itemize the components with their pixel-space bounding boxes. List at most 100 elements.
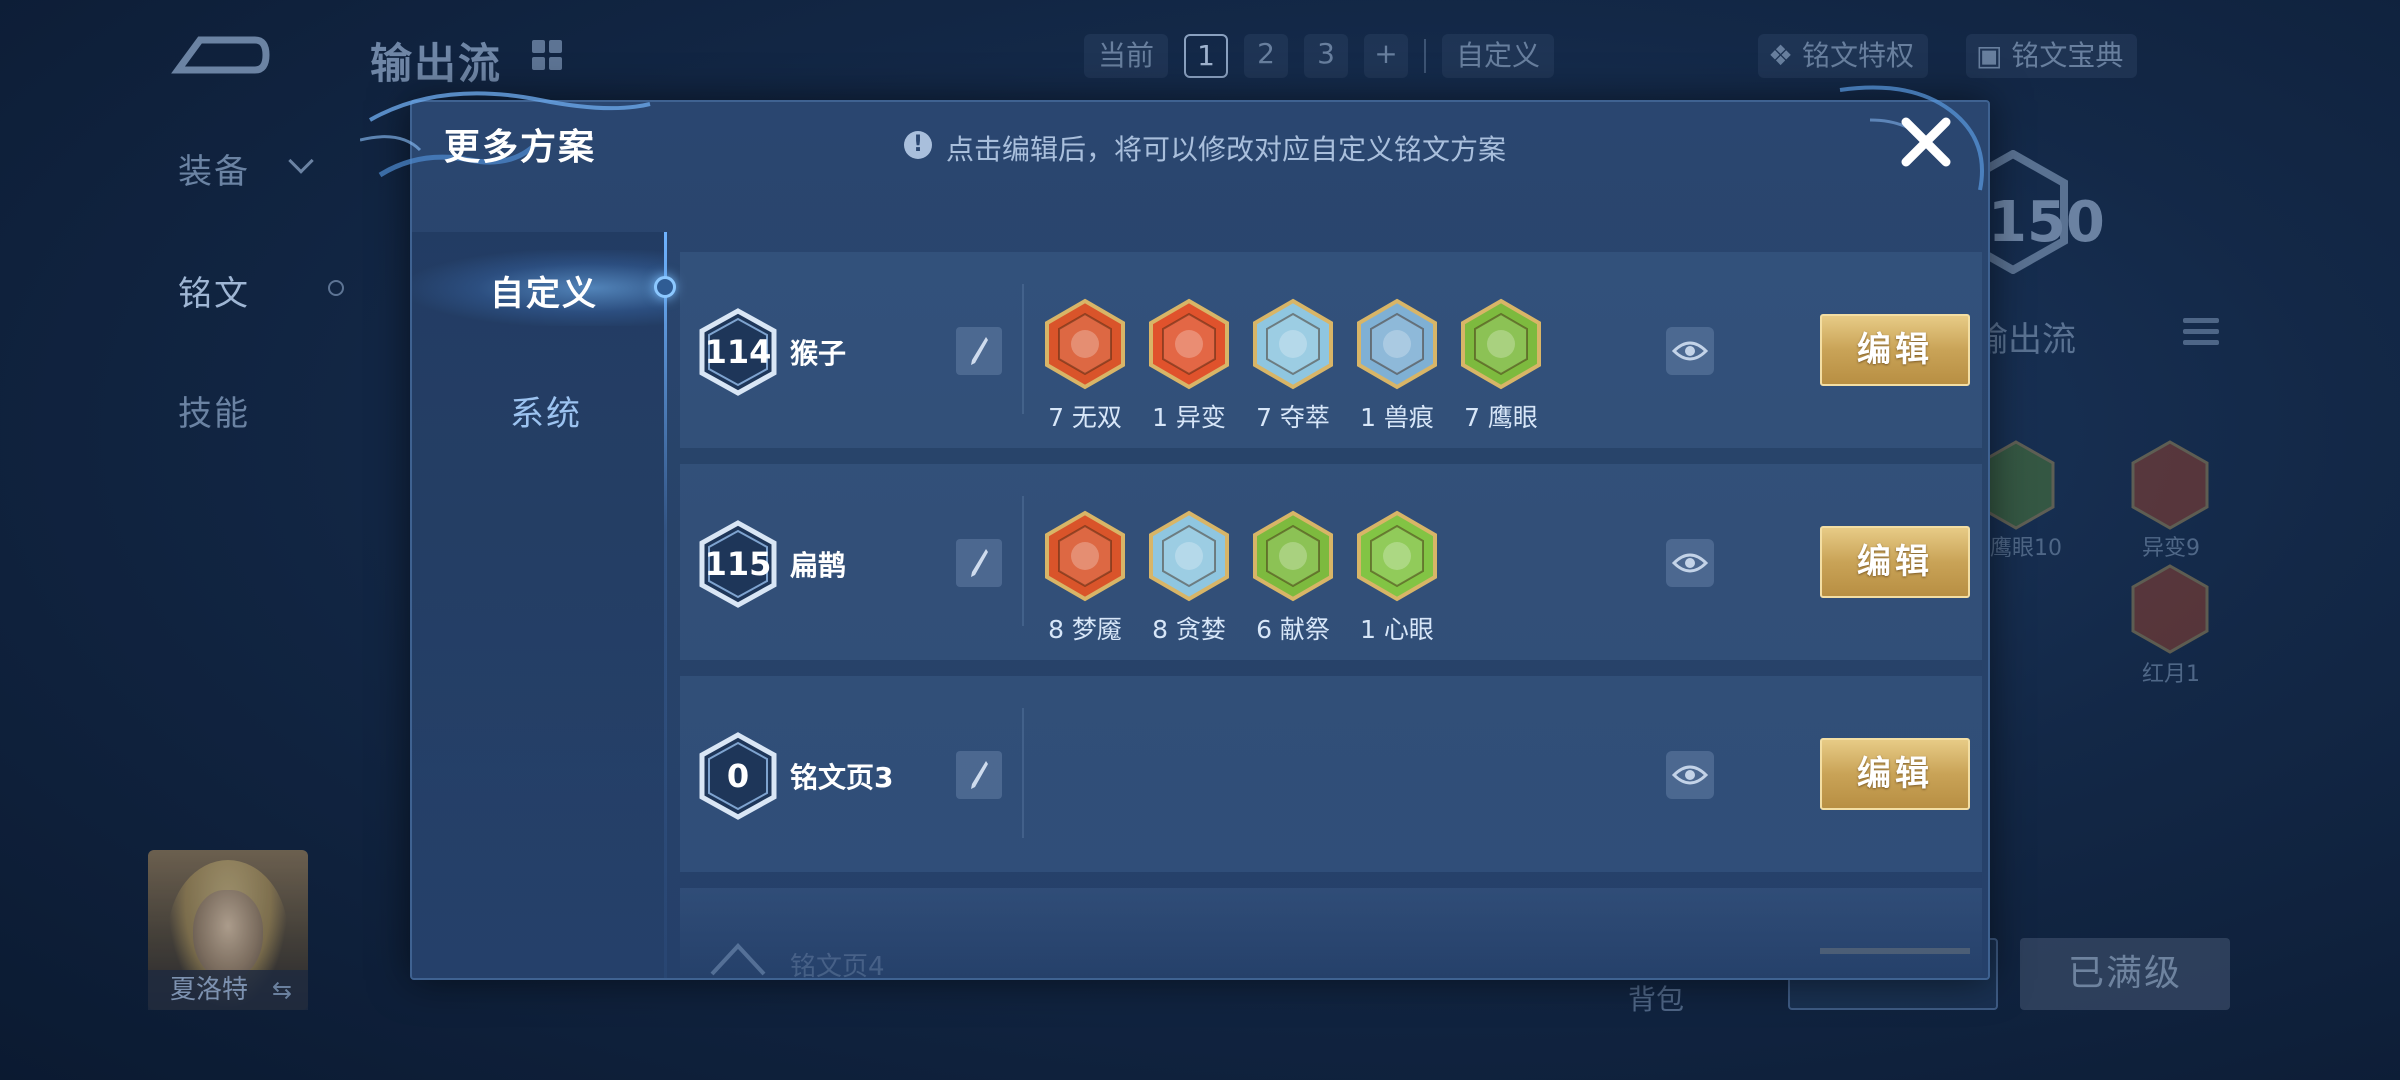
eye-icon — [1672, 765, 1708, 785]
rune-count: 6 — [1256, 615, 1272, 644]
swap-icon[interactable]: ⇆ — [272, 976, 292, 1004]
blue-rune-icon — [1149, 510, 1229, 602]
menu-icon[interactable] — [2183, 318, 2219, 351]
rune-label: 1 异变 — [1136, 398, 1242, 434]
rune-slot[interactable]: 7 无双 — [1042, 298, 1128, 432]
bag-label[interactable]: 背包 — [1628, 978, 1684, 1018]
maxed-button[interactable]: 已满级 — [2020, 938, 2230, 1010]
preview-button[interactable] — [1666, 751, 1714, 799]
partial-scheme-name: 铭文页4 — [790, 952, 885, 982]
blue-rune-icon — [1253, 298, 1333, 390]
guide-label: 铭文宝典 — [2011, 39, 2124, 72]
rune-name: 异变 — [1175, 403, 1226, 432]
rune-slot[interactable]: 6 献祭 — [1250, 510, 1336, 644]
rune-name: 献祭 — [1279, 615, 1330, 644]
rune-name: 心眼 — [1383, 615, 1434, 644]
rune-label: 7 鹰眼 — [1448, 398, 1554, 434]
rune-name: 梦魇 — [1071, 615, 1122, 644]
rune-slot[interactable]: 1 兽痕 — [1354, 298, 1440, 432]
nav-runes[interactable]: 铭文 — [178, 266, 250, 315]
edit-button[interactable]: 编辑 — [1820, 738, 1970, 810]
active-tab-knob — [654, 276, 676, 298]
rune-count: 1 — [1152, 403, 1168, 432]
eye-icon — [1672, 553, 1708, 573]
bg-rune-label: 异变9 — [2142, 536, 2200, 561]
rune-count: 1 — [1360, 403, 1376, 432]
hex-icon — [710, 943, 766, 976]
edit-button[interactable]: 编辑 — [1820, 314, 1970, 386]
rune-name: 兽痕 — [1383, 403, 1434, 432]
edit-button[interactable]: 编辑 — [1820, 526, 1970, 598]
red-rune-icon — [1149, 298, 1229, 390]
card-divider — [1022, 284, 1024, 414]
side-tabs-panel — [412, 232, 666, 978]
rune-count: 7 — [1048, 403, 1064, 432]
book-icon: ▣ — [1976, 39, 2012, 72]
preview-button[interactable] — [1666, 327, 1714, 375]
page-button-2[interactable]: 2 — [1244, 34, 1289, 78]
modal-title: 更多方案 — [444, 127, 597, 168]
scheme-level: 114 — [704, 333, 772, 371]
rune-label: 8 贪婪 — [1136, 610, 1242, 646]
scheme-name: 扁鹊 — [790, 549, 847, 582]
rune-slot[interactable]: 1 心眼 — [1354, 510, 1440, 644]
preview-button[interactable] — [1666, 539, 1714, 587]
page-button-1[interactable]: 1 — [1184, 34, 1229, 78]
rune-name: 夺萃 — [1279, 403, 1330, 432]
pencil-icon — [971, 549, 988, 577]
tab-system[interactable]: 系统 — [510, 386, 582, 435]
green-rune-icon — [1253, 510, 1333, 602]
red-rune-icon — [1045, 298, 1125, 390]
custom-button[interactable]: 自定义 — [1442, 34, 1555, 78]
blue-rune-icon — [1357, 298, 1437, 390]
info-icon: ! — [904, 131, 932, 159]
rune-slot[interactable]: 7 夺萃 — [1250, 298, 1336, 432]
back-arrow-icon[interactable] — [170, 30, 270, 84]
scheme-card: 0 铭文页3 编辑 — [680, 676, 1982, 872]
card-divider — [1022, 496, 1024, 626]
rune-label: 1 心眼 — [1344, 610, 1450, 646]
rune-count: 7 — [1256, 403, 1272, 432]
rune-slot[interactable]: 7 鹰眼 — [1458, 298, 1544, 432]
scheme-card: 114 猴子 7 无双 1 异变 7 夺萃 1 兽痕 7 鹰眼 编辑 — [680, 252, 1982, 448]
page-button-3[interactable]: 3 — [1304, 34, 1349, 78]
scheme-name: 猴子 — [790, 337, 847, 370]
rename-button[interactable] — [956, 751, 1002, 799]
pencil-icon — [971, 337, 988, 365]
rune-count: 1 — [1360, 615, 1376, 644]
divider — [1424, 39, 1427, 73]
rune-name: 无双 — [1071, 403, 1122, 432]
add-page-button[interactable]: + — [1364, 34, 1409, 78]
chevron-down-icon — [288, 148, 314, 174]
green-rune-icon — [1357, 510, 1437, 602]
card-divider — [1022, 708, 1024, 838]
nav-equipment[interactable]: 装备 — [178, 144, 250, 193]
eye-icon — [1672, 341, 1708, 361]
page-switcher: 当前 1 2 3 + 自定义 — [1084, 34, 1555, 78]
rune-count: 8 — [1048, 615, 1064, 644]
green-rune-icon — [1461, 298, 1541, 390]
rune-slot[interactable]: 1 异变 — [1146, 298, 1232, 432]
red-rune-icon — [1045, 510, 1125, 602]
rune-label: 8 梦魇 — [1032, 610, 1138, 646]
privilege-icon: ❖ — [1768, 39, 1803, 72]
rune-slot[interactable]: 8 贪婪 — [1146, 510, 1232, 644]
rune-count: 7 — [1464, 403, 1480, 432]
scheme-name: 铭文页3 — [790, 761, 894, 794]
grid-icon[interactable] — [532, 40, 562, 70]
pencil-icon — [971, 761, 988, 789]
red-rune-icon — [2131, 440, 2209, 530]
rune-label: 7 无双 — [1032, 398, 1138, 434]
rune-name: 贪婪 — [1175, 615, 1226, 644]
rune-slot[interactable]: 8 梦魇 — [1042, 510, 1128, 644]
rune-label: 1 兽痕 — [1344, 398, 1450, 434]
privilege-label: 铭文特权 — [1802, 39, 1915, 72]
tab-custom[interactable]: 自定义 — [490, 266, 598, 315]
partial-edit-button — [1820, 948, 1970, 954]
hint-text: 点击编辑后，将可以修改对应自定义铭文方案 — [946, 133, 1507, 166]
nav-skills[interactable]: 技能 — [178, 386, 250, 435]
bg-rune-label: 红月1 — [2142, 662, 2200, 687]
rename-button[interactable] — [956, 539, 1002, 587]
close-icon[interactable] — [1898, 114, 1954, 170]
rename-button[interactable] — [956, 327, 1002, 375]
